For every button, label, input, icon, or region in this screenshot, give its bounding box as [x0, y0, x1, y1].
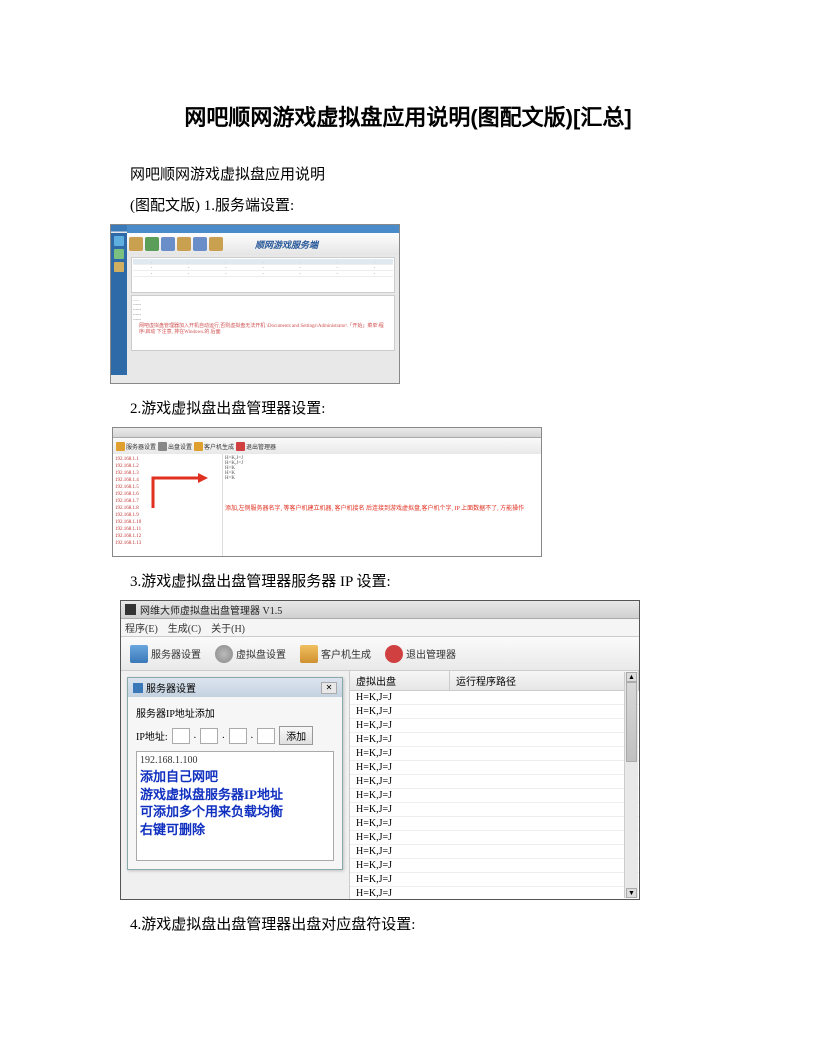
- screenshot-ip-settings: 网维大师虚拟盘出盘管理器 V1.5 程序(E) 生成(C) 关于(H) 服务器设…: [120, 600, 640, 900]
- tree-node[interactable]: 192.168.1.1: [115, 456, 220, 463]
- exit-button[interactable]: 退出管理器: [380, 642, 461, 666]
- intro-line-1: 网吧顺网游戏虚拟盘应用说明: [100, 162, 716, 189]
- page-title: 网吧顺网游戏虚拟盘应用说明(图配文版)[汇总]: [100, 100, 716, 132]
- table-row[interactable]: H=K,J=J: [350, 733, 639, 747]
- dialog-titlebar: 服务器设置 ✕: [128, 678, 342, 697]
- table-header: 虚拟出盘 运行程序路径: [350, 671, 639, 691]
- vdisk-settings-button[interactable]: 虚拟盘设置: [210, 642, 291, 666]
- label-ip-add: 服务器IP地址添加: [136, 705, 334, 720]
- toolbar-icon[interactable]: [177, 237, 191, 251]
- app-icon: [125, 604, 136, 615]
- screenshot-server-settings: 顺网游戏服务端 ....... ------- ------- ...... -…: [110, 224, 400, 384]
- section-2-heading: 2.游戏虚拟盘出盘管理器设置:: [100, 396, 716, 423]
- table-row[interactable]: H=K,J=J: [350, 845, 639, 859]
- help-text: 添加自己网吧 游戏虚拟盘服务器IP地址 可添加多个用来负载均衡 右键可删除: [140, 768, 330, 838]
- dialog-title-text: 服务器设置: [146, 680, 196, 695]
- client-gen-button[interactable]: 客户机生成: [194, 442, 234, 451]
- app-banner: 顺网游戏服务端: [225, 238, 318, 251]
- toolbar: 服务器设置 虚拟盘设置 客户机生成 退出管理器: [121, 637, 639, 671]
- disk-mapping-table[interactable]: 虚拟出盘 运行程序路径 H=K,J=JH=K,J=JH=K,J=JH=K,J=J…: [349, 671, 639, 900]
- client-gen-button[interactable]: 客户机生成: [295, 642, 376, 666]
- tree-node[interactable]: 192.168.1.2: [115, 463, 220, 470]
- close-icon[interactable]: ✕: [321, 682, 337, 694]
- section-3-heading: 3.游戏虚拟盘出盘管理器服务器 IP 设置:: [100, 569, 716, 596]
- toolbar-icon[interactable]: [145, 237, 159, 251]
- tree-node[interactable]: 192.168.1.13: [115, 540, 220, 547]
- menu-about[interactable]: 关于(H): [211, 620, 245, 635]
- window-title-text: 网维大师虚拟盘出盘管理器 V1.5: [140, 602, 282, 617]
- exit-button[interactable]: 退出管理器: [236, 442, 276, 451]
- scroll-down-arrow-icon[interactable]: ▼: [626, 888, 637, 898]
- intro-line-2: (图配文版) 1.服务端设置:: [100, 193, 716, 220]
- list-item[interactable]: H=K: [225, 476, 539, 481]
- window-titlebar: [113, 428, 541, 438]
- ip-octet-input[interactable]: [200, 728, 218, 744]
- upper-data-grid[interactable]: ....... ------- -------: [131, 257, 395, 293]
- toolbar-icon[interactable]: [129, 237, 143, 251]
- server-settings-button[interactable]: 服务器设置: [116, 442, 156, 451]
- ip-octet-input[interactable]: [172, 728, 190, 744]
- table-row[interactable]: H=K,J=J: [350, 887, 639, 900]
- table-row[interactable]: H=K,J=J: [350, 859, 639, 873]
- exit-icon: [385, 645, 403, 663]
- col-path[interactable]: 运行程序路径: [450, 671, 639, 690]
- window-titlebar: 网维大师虚拟盘出盘管理器 V1.5: [121, 601, 639, 619]
- ip-octet-input[interactable]: [257, 728, 275, 744]
- server-settings-button[interactable]: 服务器设置: [125, 642, 206, 666]
- scrollbar[interactable]: ▲ ▼: [624, 672, 638, 898]
- server-icon: [133, 683, 143, 693]
- table-row[interactable]: H=K,J=J: [350, 831, 639, 845]
- server-icon: [130, 645, 148, 663]
- table-row[interactable]: H=K,J=J: [350, 747, 639, 761]
- table-row[interactable]: H=K,J=J: [350, 817, 639, 831]
- tree-node[interactable]: 192.168.1.12: [115, 533, 220, 540]
- menu-bar: 程序(E) 生成(C) 关于(H): [121, 619, 639, 637]
- desktop-taskbar-left: [111, 233, 127, 375]
- client-icon: [300, 645, 318, 663]
- toolbar: 服务器设置 出盘设置 客户机生成 退出管理器: [113, 438, 541, 454]
- table-row[interactable]: H=K,J=J: [350, 775, 639, 789]
- tree-node[interactable]: 192.168.1.9: [115, 512, 220, 519]
- toolbar-icon[interactable]: [193, 237, 207, 251]
- tree-node[interactable]: 192.168.1.11: [115, 526, 220, 533]
- callout-arrow-icon: [148, 473, 208, 513]
- scroll-thumb[interactable]: [626, 682, 637, 762]
- table-row[interactable]: H=K,J=J: [350, 789, 639, 803]
- toolbar-icon[interactable]: [161, 237, 175, 251]
- menu-generate[interactable]: 生成(C): [168, 620, 201, 635]
- lower-data-grid[interactable]: ...... ------ ------ ------ ------ 网吧虚拟盘…: [131, 295, 395, 351]
- tree-node[interactable]: 192.168.1.10: [115, 519, 220, 526]
- table-row[interactable]: H=K,J=J: [350, 705, 639, 719]
- warning-note: 网吧虚拟盘管理器加入开机自动运行,否则虚拟盘无法开机 \Documents an…: [133, 322, 393, 338]
- table-row[interactable]: H=K,J=J: [350, 719, 639, 733]
- table-row[interactable]: H=K,J=J: [350, 691, 639, 705]
- scroll-up-arrow-icon[interactable]: ▲: [626, 672, 637, 682]
- server-settings-dialog: 服务器设置 ✕ 服务器IP地址添加 IP地址: . . . 添加: [127, 677, 343, 870]
- disk-settings-button[interactable]: 出盘设置: [158, 442, 192, 451]
- screenshot-disk-manager: 服务器设置 出盘设置 客户机生成 退出管理器 192.168.1.1 192.1…: [112, 427, 542, 557]
- add-button[interactable]: 添加: [279, 726, 313, 745]
- menu-program[interactable]: 程序(E): [125, 620, 158, 635]
- window-titlebar: [127, 225, 399, 233]
- toolbar: 顺网游戏服务端: [127, 233, 399, 255]
- ip-octet-input[interactable]: [229, 728, 247, 744]
- section-4-heading: 4.游戏虚拟盘出盘管理器出盘对应盘符设置:: [100, 912, 716, 939]
- ip-list[interactable]: 192.168.1.100 添加自己网吧 游戏虚拟盘服务器IP地址 可添加多个用…: [136, 751, 334, 861]
- callout-text: 添加,左侧服务器名字, 等客户机建立机器, 客户机接名 后连接到游戏虚拟盘,客户…: [225, 506, 524, 513]
- col-vdisk[interactable]: 虚拟出盘: [350, 671, 450, 690]
- toolbar-icon[interactable]: [209, 237, 223, 251]
- gear-icon: [215, 645, 233, 663]
- ip-list-item[interactable]: 192.168.1.100: [140, 755, 330, 766]
- ip-label: IP地址:: [136, 728, 168, 743]
- table-row[interactable]: H=K,J=J: [350, 873, 639, 887]
- table-row[interactable]: H=K,J=J: [350, 761, 639, 775]
- table-row[interactable]: H=K,J=J: [350, 803, 639, 817]
